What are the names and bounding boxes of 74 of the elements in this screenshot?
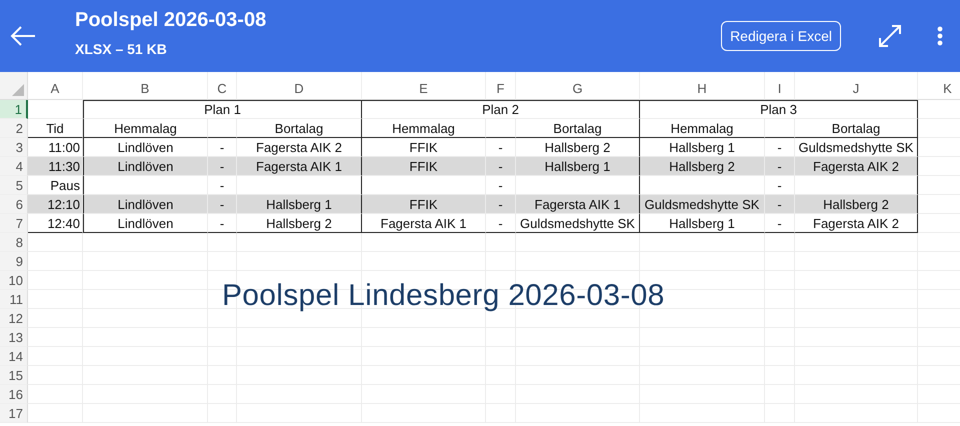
table-cell[interactable]: Fagersta AIK 1 xyxy=(362,214,486,233)
table-cell[interactable]: - xyxy=(486,214,516,233)
table-cell[interactable]: - xyxy=(208,195,237,214)
table-cell[interactable]: Hallsberg 2 xyxy=(640,157,765,176)
column-header[interactable]: E xyxy=(362,72,486,100)
column-header[interactable]: G xyxy=(516,72,640,100)
column-header[interactable]: I xyxy=(765,72,795,100)
table-cell[interactable]: 11:30 xyxy=(28,157,83,176)
table-cell[interactable]: Plan 1 xyxy=(83,100,362,119)
table-cell[interactable]: Bortalag xyxy=(795,119,918,138)
table-cell[interactable]: Hallsberg 1 xyxy=(640,214,765,233)
table-cell[interactable]: Fagersta AIK 1 xyxy=(237,157,362,176)
row-header[interactable]: 2 xyxy=(0,119,28,138)
row-header[interactable]: 16 xyxy=(0,385,28,404)
table-cell[interactable]: Lindlöven xyxy=(83,214,208,233)
table-cell[interactable]: Hallsberg 1 xyxy=(516,157,640,176)
table-cell[interactable]: FFIK xyxy=(362,157,486,176)
table-cell[interactable]: - xyxy=(765,195,795,214)
table-cell[interactable]: Plan 3 xyxy=(640,100,918,119)
table-cell[interactable]: Hemmalag xyxy=(83,119,208,138)
table-cell[interactable]: Tid xyxy=(28,119,83,138)
row-header[interactable]: 6 xyxy=(0,195,28,214)
row-header[interactable]: 7 xyxy=(0,214,28,233)
column-header[interactable]: J xyxy=(795,72,918,100)
row-header[interactable]: 11 xyxy=(0,290,28,309)
table-cell[interactable]: - xyxy=(486,157,516,176)
more-options-icon[interactable] xyxy=(937,26,943,46)
table-cell[interactable]: Hemmalag xyxy=(362,119,486,138)
row-header[interactable]: 17 xyxy=(0,404,28,423)
column-header[interactable]: F xyxy=(486,72,516,100)
column-header[interactable]: C xyxy=(208,72,237,100)
row-header[interactable]: 9 xyxy=(0,252,28,271)
table-cell[interactable]: Hallsberg 1 xyxy=(237,195,362,214)
row-header[interactable]: 5 xyxy=(0,176,28,195)
column-header[interactable]: H xyxy=(640,72,765,100)
table-cell[interactable]: Lindlöven xyxy=(83,157,208,176)
table-cell[interactable]: 12:10 xyxy=(28,195,83,214)
table-cell[interactable]: Fagersta AIK 1 xyxy=(516,195,640,214)
table-cell[interactable]: Hallsberg 2 xyxy=(237,214,362,233)
table-cell[interactable]: - xyxy=(486,195,516,214)
table-cell[interactable]: - xyxy=(765,157,795,176)
row-header[interactable]: 14 xyxy=(0,347,28,366)
select-all-icon[interactable] xyxy=(12,84,24,96)
table-cell[interactable]: 12:40 xyxy=(28,214,83,233)
file-info: XLSX – 51 KB xyxy=(75,41,168,57)
table-cell[interactable]: - xyxy=(208,214,237,233)
column-header[interactable]: D xyxy=(237,72,362,100)
row-header[interactable]: 4 xyxy=(0,157,28,176)
column-header[interactable]: B xyxy=(83,72,208,100)
row-header[interactable]: 3 xyxy=(0,138,28,157)
table-cell[interactable]: Guldsmedshytte SK xyxy=(516,214,640,233)
row-header[interactable]: 10 xyxy=(0,271,28,290)
table-cell[interactable]: - xyxy=(765,214,795,233)
row-header[interactable]: 8 xyxy=(0,233,28,252)
column-header[interactable]: A xyxy=(28,72,83,100)
table-cell[interactable]: Hemmalag xyxy=(640,119,765,138)
table-cell[interactable]: Fagersta AIK 2 xyxy=(795,157,918,176)
table-cell[interactable]: Lindlöven xyxy=(83,195,208,214)
row-header[interactable]: 1 xyxy=(0,100,28,119)
row-header[interactable]: 13 xyxy=(0,328,28,347)
file-title: Poolspel 2026-03-08 xyxy=(75,9,268,31)
back-arrow-icon[interactable] xyxy=(10,25,36,47)
table-cell[interactable]: - xyxy=(208,157,237,176)
table-cell[interactable]: Guldsmedshytte SK xyxy=(640,195,765,214)
table-cell[interactable]: Bortalag xyxy=(237,119,362,138)
table-cell[interactable]: Fagersta AIK 2 xyxy=(795,214,918,233)
row-header[interactable]: 12 xyxy=(0,309,28,328)
table-cell[interactable]: Bortalag xyxy=(516,119,640,138)
expand-icon[interactable] xyxy=(879,25,901,47)
table-cell[interactable]: Plan 2 xyxy=(362,100,640,119)
row-header[interactable]: 15 xyxy=(0,366,28,385)
table-cell[interactable]: Hallsberg 2 xyxy=(795,195,918,214)
edit-in-excel-button[interactable]: Redigera i Excel xyxy=(721,21,841,51)
table-cell[interactable]: FFIK xyxy=(362,195,486,214)
